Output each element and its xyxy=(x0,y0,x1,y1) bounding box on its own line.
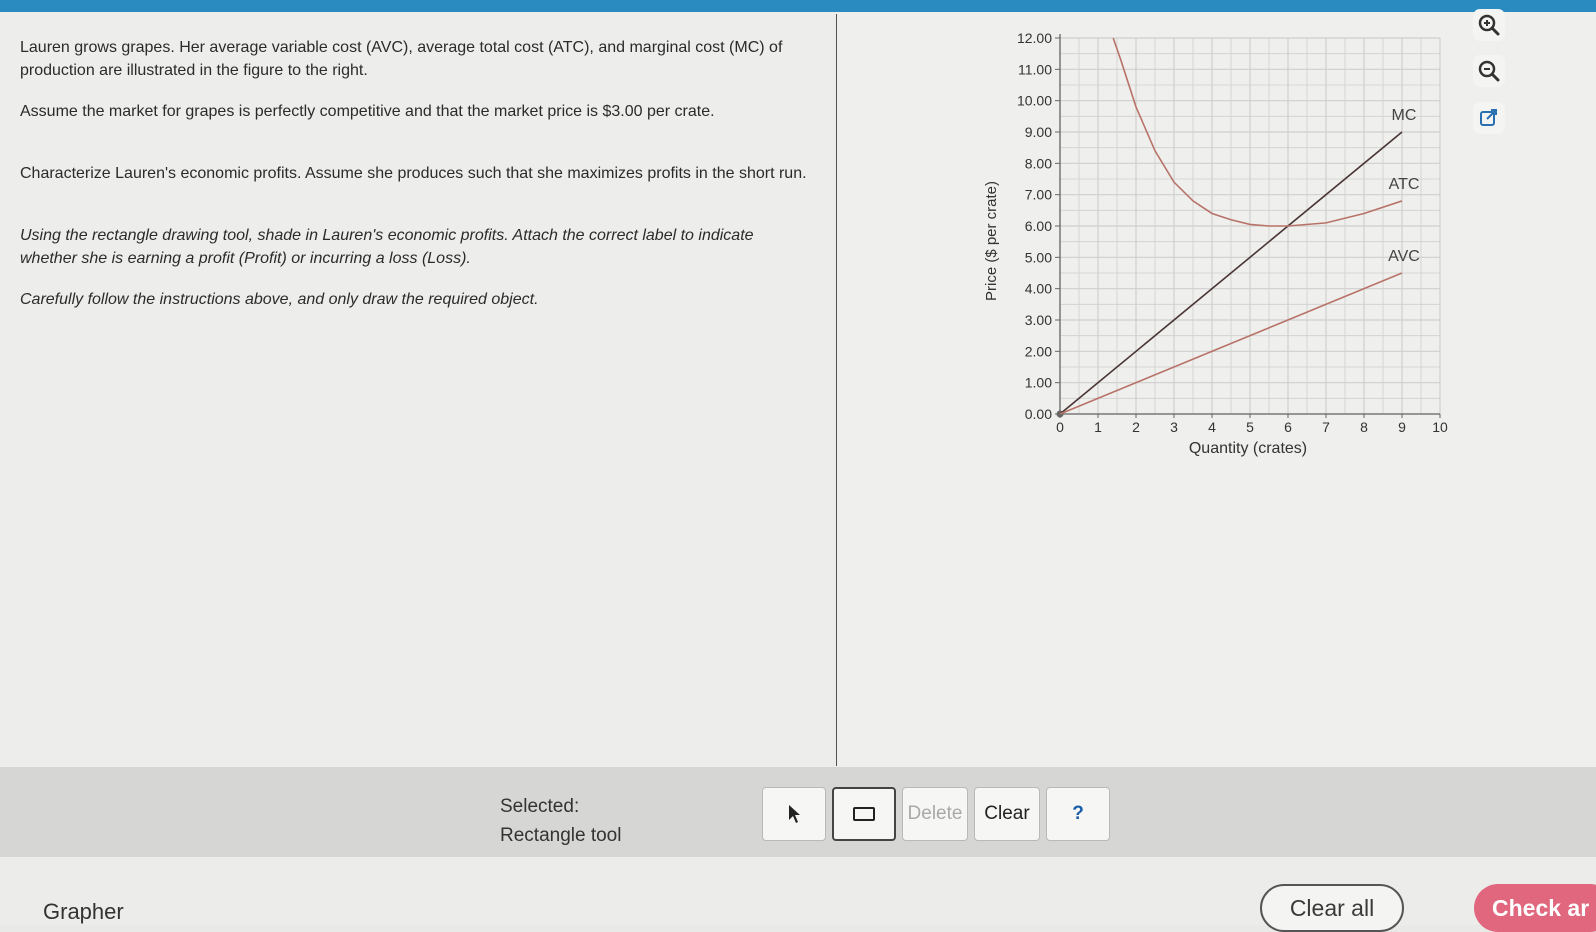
y-tick-label: 1.00 xyxy=(1025,375,1052,391)
x-tick-label: 2 xyxy=(1132,419,1140,435)
x-tick-label: 1 xyxy=(1094,419,1102,435)
rectangle-icon xyxy=(853,807,875,821)
zoom-in-icon xyxy=(1478,14,1500,36)
question-panel: Lauren grows grapes. Her average variabl… xyxy=(0,12,838,767)
problem-text-5: Carefully follow the instructions above,… xyxy=(20,291,539,308)
zoom-out-icon xyxy=(1478,60,1500,82)
x-tick-label: 9 xyxy=(1398,419,1406,435)
y-tick-label: 0.00 xyxy=(1025,406,1052,422)
y-tick-label: 10.00 xyxy=(1017,93,1052,109)
clear-button[interactable]: Clear xyxy=(974,787,1040,841)
avc-label: AVC xyxy=(1388,248,1420,265)
popout-icon xyxy=(1480,109,1497,126)
selected-tool-readout: Selected: Rectangle tool xyxy=(500,792,621,850)
selected-caption: Selected: xyxy=(500,796,580,817)
grapher-label: Grapher xyxy=(43,899,124,924)
x-tick-label: 5 xyxy=(1246,419,1254,435)
y-axis-label: Price ($ per crate) xyxy=(983,181,1000,301)
zoom-in-button[interactable] xyxy=(1473,9,1505,41)
y-tick-label: 9.00 xyxy=(1025,124,1052,140)
popout-button[interactable] xyxy=(1473,102,1505,134)
y-tick-label: 3.00 xyxy=(1025,312,1052,328)
y-tick-label: 6.00 xyxy=(1025,218,1052,234)
x-tick-label: 7 xyxy=(1322,419,1330,435)
x-tick-label: 0 xyxy=(1056,419,1064,435)
mc-label: MC xyxy=(1392,107,1417,124)
top-bar xyxy=(0,0,1596,12)
y-tick-label: 4.00 xyxy=(1025,281,1052,297)
x-tick-label: 3 xyxy=(1170,419,1178,435)
x-tick-label: 4 xyxy=(1208,419,1216,435)
delete-button[interactable]: Delete xyxy=(902,787,968,841)
problem-text-1: Lauren grows grapes. Her average variabl… xyxy=(20,39,783,79)
zoom-out-button[interactable] xyxy=(1473,55,1505,87)
y-tick-label: 11.00 xyxy=(1018,61,1052,77)
y-tick-label: 8.00 xyxy=(1025,155,1052,171)
x-tick-label: 8 xyxy=(1360,419,1368,435)
pointer-tool-button[interactable] xyxy=(762,787,826,841)
help-button[interactable]: ? xyxy=(1046,787,1110,841)
problem-text-2: Assume the market for grapes is perfectl… xyxy=(20,103,715,120)
y-tick-label: 12.00 xyxy=(1017,30,1052,46)
problem-text-4: Using the rectangle drawing tool, shade … xyxy=(20,227,754,267)
x-tick-label: 6 xyxy=(1284,419,1292,435)
y-tick-label: 5.00 xyxy=(1025,249,1052,265)
x-tick-label: 10 xyxy=(1432,419,1448,435)
atc-label: ATC xyxy=(1389,176,1420,193)
problem-text-3: Characterize Lauren's economic profits. … xyxy=(20,165,807,182)
selected-tool-name: Rectangle tool xyxy=(500,825,622,846)
y-tick-label: 7.00 xyxy=(1025,187,1052,203)
pointer-arrow-icon xyxy=(789,805,800,823)
y-tick-label: 2.00 xyxy=(1025,343,1052,359)
x-axis-label: Quantity (crates) xyxy=(1189,440,1307,457)
panel-divider xyxy=(836,14,837,766)
rectangle-tool-button[interactable] xyxy=(832,787,896,841)
